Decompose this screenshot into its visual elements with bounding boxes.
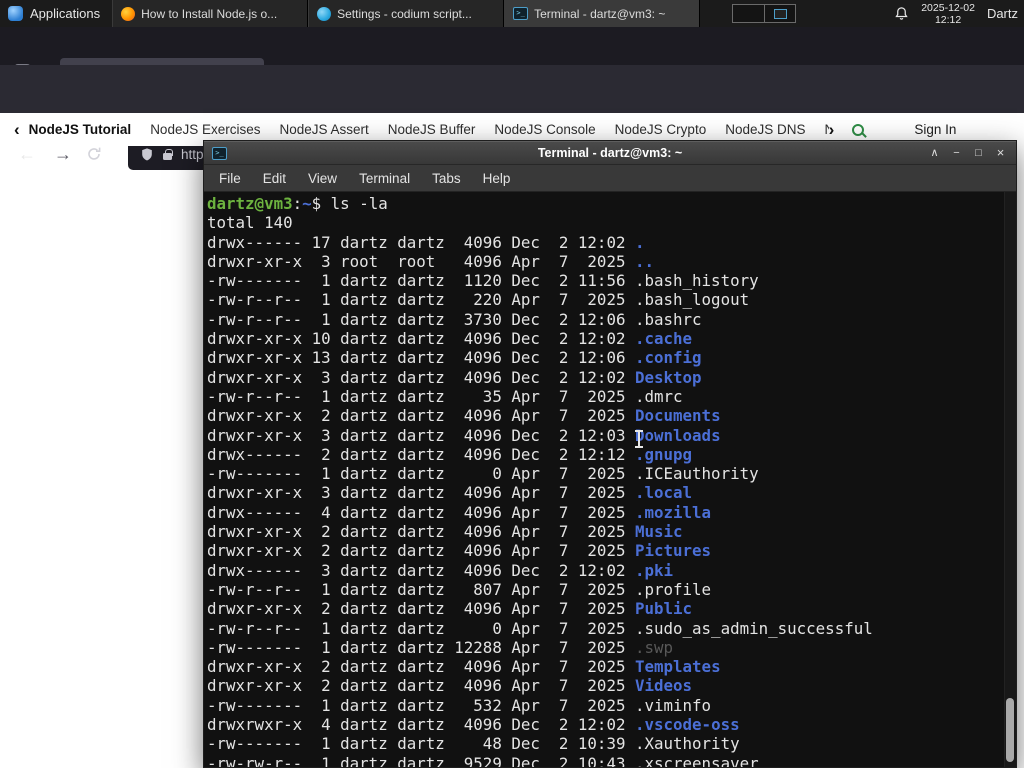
terminal-output-line: -rw-rw-r-- 1 dartz dartz 9529 Dec 2 10:4…: [207, 753, 759, 767]
site-nav-item-assert[interactable]: NodeJS Assert: [279, 122, 368, 137]
text-cursor-icon: [635, 430, 643, 448]
nav-scroll-left-icon[interactable]: ‹: [14, 120, 20, 140]
menu-terminal[interactable]: Terminal: [348, 171, 421, 186]
taskbar: How to Install Node.js o... Settings - c…: [112, 0, 701, 27]
terminal-lines: dartz@vm3:~$ ls -la total 140 drwx------ 1…: [207, 194, 1016, 767]
terminal-close-button[interactable]: ×: [991, 143, 1010, 163]
applications-label: Applications: [30, 6, 101, 21]
terminal-icon: >_: [513, 7, 529, 20]
taskbar-window-browser[interactable]: How to Install Node.js o...: [112, 0, 309, 27]
system-tray: 2025-12-02 12:12 Dartz: [894, 0, 1024, 27]
terminal-output-line: drwxr-xr-x 10 dartz dartz 4096 Dec 2 12:…: [207, 329, 693, 349]
search-icon[interactable]: [852, 123, 865, 136]
terminal-output-line: -rw------- 1 dartz dartz 12288 Apr 7 202…: [207, 637, 674, 657]
menu-tabs[interactable]: Tabs: [421, 171, 472, 186]
user-menu[interactable]: Dartz: [987, 6, 1018, 21]
site-nav-items: NodeJS Tutorial NodeJS Exercises NodeJS …: [29, 122, 829, 137]
terminal-output-line: drwxrwxr-x 4 dartz dartz 4096 Dec 2 12:0…: [207, 715, 740, 735]
terminal-shade-button[interactable]: ∧: [925, 143, 944, 163]
applications-icon: [8, 6, 23, 21]
terminal-scrollbar-thumb[interactable]: [1006, 698, 1014, 762]
terminal-maximize-button[interactable]: □: [969, 143, 988, 163]
terminal-output-line: drwxr-xr-x 13 dartz dartz 4096 Dec 2 12:…: [207, 348, 702, 368]
applications-menu[interactable]: Applications: [0, 0, 112, 27]
terminal-output-line: -rw------- 1 dartz dartz 48 Dec 2 10:39 …: [207, 734, 740, 754]
workspace-switcher[interactable]: [732, 4, 797, 23]
taskbar-window-terminal[interactable]: >_ Terminal - dartz@vm3: ~: [504, 0, 701, 27]
site-nav-item-exercises[interactable]: NodeJS Exercises: [150, 122, 260, 137]
nav-scroll-right-icon[interactable]: ›: [829, 120, 835, 140]
terminal-output-line: drwxr-xr-x 2 dartz dartz 4096 Apr 7 2025…: [207, 657, 721, 677]
terminal-output-line: -rw------- 1 dartz dartz 532 Apr 7 2025 …: [207, 695, 712, 715]
terminal-output-line: drwx------ 17 dartz dartz 4096 Dec 2 12:…: [207, 232, 645, 252]
terminal-output-line: drwxr-xr-x 2 dartz dartz 4096 Apr 7 2025…: [207, 676, 693, 696]
terminal-output-line: drwxr-xr-x 3 dartz dartz 4096 Dec 2 12:0…: [207, 425, 721, 445]
site-nav-item-buffer[interactable]: NodeJS Buffer: [388, 122, 476, 137]
tracking-shield-icon[interactable]: [140, 147, 154, 162]
menu-help[interactable]: Help: [472, 171, 522, 186]
terminal-window: >_ Terminal - dartz@vm3: ~ ∧ − □ × File …: [203, 140, 1017, 768]
workspace-1[interactable]: [733, 5, 765, 22]
workspace-2[interactable]: [764, 5, 796, 22]
terminal-output-line: -rw-r--r-- 1 dartz dartz 220 Apr 7 2025 …: [207, 290, 750, 310]
sign-in-button[interactable]: Sign In: [914, 122, 956, 137]
site-nav-item-dns[interactable]: NodeJS DNS: [725, 122, 805, 137]
browser-tab-bar: How to Install Node.js on... × + ∨ − □ ×: [0, 27, 1024, 88]
terminal-output-line: drwxr-xr-x 2 dartz dartz 4096 Apr 7 2025…: [207, 522, 683, 542]
browser-nav-toolbar: ← → https://www.geeksforgeeks.org/node-j…: [0, 65, 1024, 170]
site-nav-item-console[interactable]: NodeJS Console: [494, 122, 595, 137]
taskbar-window-codium[interactable]: Settings - codium script...: [308, 0, 505, 27]
menu-edit[interactable]: Edit: [252, 171, 297, 186]
terminal-output-line: -rw-r--r-- 1 dartz dartz 807 Apr 7 2025 …: [207, 579, 712, 599]
clock-date: 2025-12-02: [921, 1, 975, 14]
terminal-output-line: drwxr-xr-x 3 dartz dartz 4096 Apr 7 2025…: [207, 483, 693, 503]
taskbar-window-title: How to Install Node.js o...: [141, 6, 278, 21]
terminal-output-line: dartz@vm3:~$ ls -la: [207, 194, 388, 213]
terminal-output-line: -rw------- 1 dartz dartz 0 Apr 7 2025 .I…: [207, 464, 759, 484]
terminal-minimize-button[interactable]: −: [947, 143, 966, 163]
terminal-output-line: total 140: [207, 213, 293, 233]
menu-view[interactable]: View: [297, 171, 348, 186]
codium-icon: [317, 6, 332, 21]
terminal-titlebar[interactable]: >_ Terminal - dartz@vm3: ~ ∧ − □ ×: [204, 141, 1016, 165]
menu-file[interactable]: File: [208, 171, 252, 186]
site-nav-item-tutorial[interactable]: NodeJS Tutorial: [29, 122, 132, 137]
terminal-output-line: drwxr-xr-x 3 dartz dartz 4096 Dec 2 12:0…: [207, 367, 702, 387]
terminal-output-line: -rw-r--r-- 1 dartz dartz 3730 Dec 2 12:0…: [207, 309, 702, 329]
terminal-output-line: drwx------ 3 dartz dartz 4096 Dec 2 12:0…: [207, 560, 674, 580]
terminal-window-icon: >_: [212, 146, 227, 160]
terminal-output-line: -rw-r--r-- 1 dartz dartz 35 Apr 7 2025 .…: [207, 386, 683, 406]
clock-time: 12:12: [934, 13, 962, 26]
panel-clock[interactable]: 2025-12-02 12:12: [921, 2, 975, 26]
terminal-output-line: drwxr-xr-x 2 dartz dartz 4096 Apr 7 2025…: [207, 541, 712, 561]
terminal-output-line: drwxr-xr-x 2 dartz dartz 4096 Apr 7 2025…: [207, 406, 721, 426]
reload-button[interactable]: [86, 146, 116, 162]
workspace-window-icon: [773, 8, 787, 19]
desktop-panel: Applications How to Install Node.js o...…: [0, 0, 1024, 27]
notification-bell-icon[interactable]: [894, 6, 909, 21]
terminal-output-line: drwxr-xr-x 2 dartz dartz 4096 Apr 7 2025…: [207, 599, 693, 619]
terminal-output-line: drwx------ 4 dartz dartz 4096 Apr 7 2025…: [207, 502, 712, 522]
terminal-window-controls: ∧ − □ ×: [925, 143, 1016, 163]
terminal-window-title: Terminal - dartz@vm3: ~: [537, 146, 683, 160]
terminal-output[interactable]: dartz@vm3:~$ ls -la total 140 drwx------ 1…: [204, 192, 1016, 767]
https-lock-icon[interactable]: [163, 148, 173, 160]
terminal-menubar: File Edit View Terminal Tabs Help: [204, 165, 1016, 192]
terminal-output-line: -rw-r--r-- 1 dartz dartz 0 Apr 7 2025 .s…: [207, 618, 873, 638]
terminal-scrollbar[interactable]: [1004, 192, 1016, 767]
taskbar-window-title: Terminal - dartz@vm3: ~: [534, 6, 666, 21]
taskbar-window-title: Settings - codium script...: [337, 6, 472, 21]
firefox-icon: [121, 6, 136, 21]
terminal-output-line: -rw------- 1 dartz dartz 1120 Dec 2 11:5…: [207, 271, 759, 291]
terminal-output-line: drwxr-xr-x 3 root root 4096 Apr 7 2025 .…: [207, 251, 655, 271]
terminal-output-line: drwx------ 2 dartz dartz 4096 Dec 2 12:1…: [207, 444, 693, 464]
site-nav-item-crypto[interactable]: NodeJS Crypto: [615, 122, 707, 137]
